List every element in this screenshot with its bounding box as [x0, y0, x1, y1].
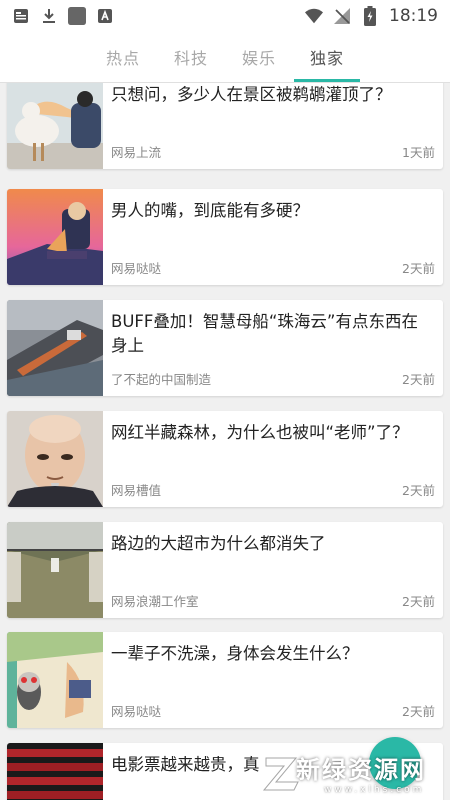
article-card[interactable]: 网红半藏森林，为什么也被叫“老师”了？ 网易槽值 2天前 [7, 411, 443, 507]
article-title: BUFF叠加！智慧母船“珠海云”有点东西在身上 [111, 312, 418, 355]
no-signal-icon [333, 7, 351, 25]
status-time: 18:19 [389, 6, 438, 26]
site-watermark: 新绿资源网 www.xlhs.com [262, 748, 432, 796]
article-time: 1天前 [402, 145, 435, 160]
article-card[interactable]: BUFF叠加！智慧母船“珠海云”有点东西在身上 了不起的中国制造 2天前 [7, 300, 443, 396]
tab-entertainment[interactable]: 娱乐 [224, 32, 294, 82]
status-bar: 18:19 [0, 0, 450, 32]
article-time: 2天前 [402, 704, 435, 719]
tab-hot[interactable]: 热点 [88, 32, 158, 82]
battery-charging-icon [361, 6, 379, 26]
article-title: 男人的嘴，到底能有多硬？ [111, 201, 309, 220]
article-time: 2天前 [402, 594, 435, 609]
article-thumbnail [7, 300, 103, 396]
article-time: 2天前 [402, 261, 435, 276]
article-thumbnail [7, 411, 103, 507]
article-source: 了不起的中国制造 [111, 372, 212, 387]
tab-tech[interactable]: 科技 [156, 32, 226, 82]
article-title: 一辈子不洗澡，身体会发生什么？ [111, 644, 359, 663]
article-source: 网易上流 [111, 145, 162, 160]
article-time: 2天前 [402, 372, 435, 387]
download-icon [40, 7, 58, 25]
watermark-text: 新绿资源网 [296, 755, 426, 784]
wifi-icon [305, 7, 323, 25]
app-notification-icon [68, 7, 86, 25]
news-notification-icon [12, 7, 30, 25]
category-tab-bar: 热点 科技 娱乐 独家 [0, 32, 450, 83]
article-title: 只想问，多少人在景区被鹈鹕灌顶了？ [111, 85, 392, 104]
article-card[interactable]: 一辈子不洗澡，身体会发生什么？ 网易哒哒 2天前 [7, 632, 443, 728]
article-source: 网易哒哒 [111, 704, 162, 719]
watermark-logo-icon [262, 757, 299, 791]
tab-exclusive[interactable]: 独家 [292, 32, 362, 82]
article-thumbnail [7, 632, 103, 728]
article-source: 网易哒哒 [111, 261, 162, 276]
active-tab-indicator [294, 79, 360, 82]
article-thumbnail [7, 743, 103, 800]
article-time: 2天前 [402, 483, 435, 498]
article-card[interactable]: 只想问，多少人在景区被鹈鹕灌顶了？ 网易上流 1天前 [7, 83, 443, 169]
article-card[interactable]: 路边的大超市为什么都消失了 网易浪潮工作室 2天前 [7, 522, 443, 618]
article-list[interactable]: 只想问，多少人在景区被鹈鹕灌顶了？ 网易上流 1天前 男人的嘴，到底能有多硬？ … [0, 83, 450, 800]
a-notification-icon [96, 7, 114, 25]
watermark-url: www.xlhs.com [324, 784, 425, 795]
article-title: 路边的大超市为什么都消失了 [111, 534, 326, 553]
article-thumbnail [7, 83, 103, 169]
article-source: 网易槽值 [111, 483, 162, 498]
article-title: 网红半藏森林，为什么也被叫“老师”了？ [111, 423, 409, 442]
article-thumbnail [7, 189, 103, 285]
article-source: 网易浪潮工作室 [111, 594, 199, 609]
article-thumbnail [7, 522, 103, 618]
article-card[interactable]: 男人的嘴，到底能有多硬？ 网易哒哒 2天前 [7, 189, 443, 285]
